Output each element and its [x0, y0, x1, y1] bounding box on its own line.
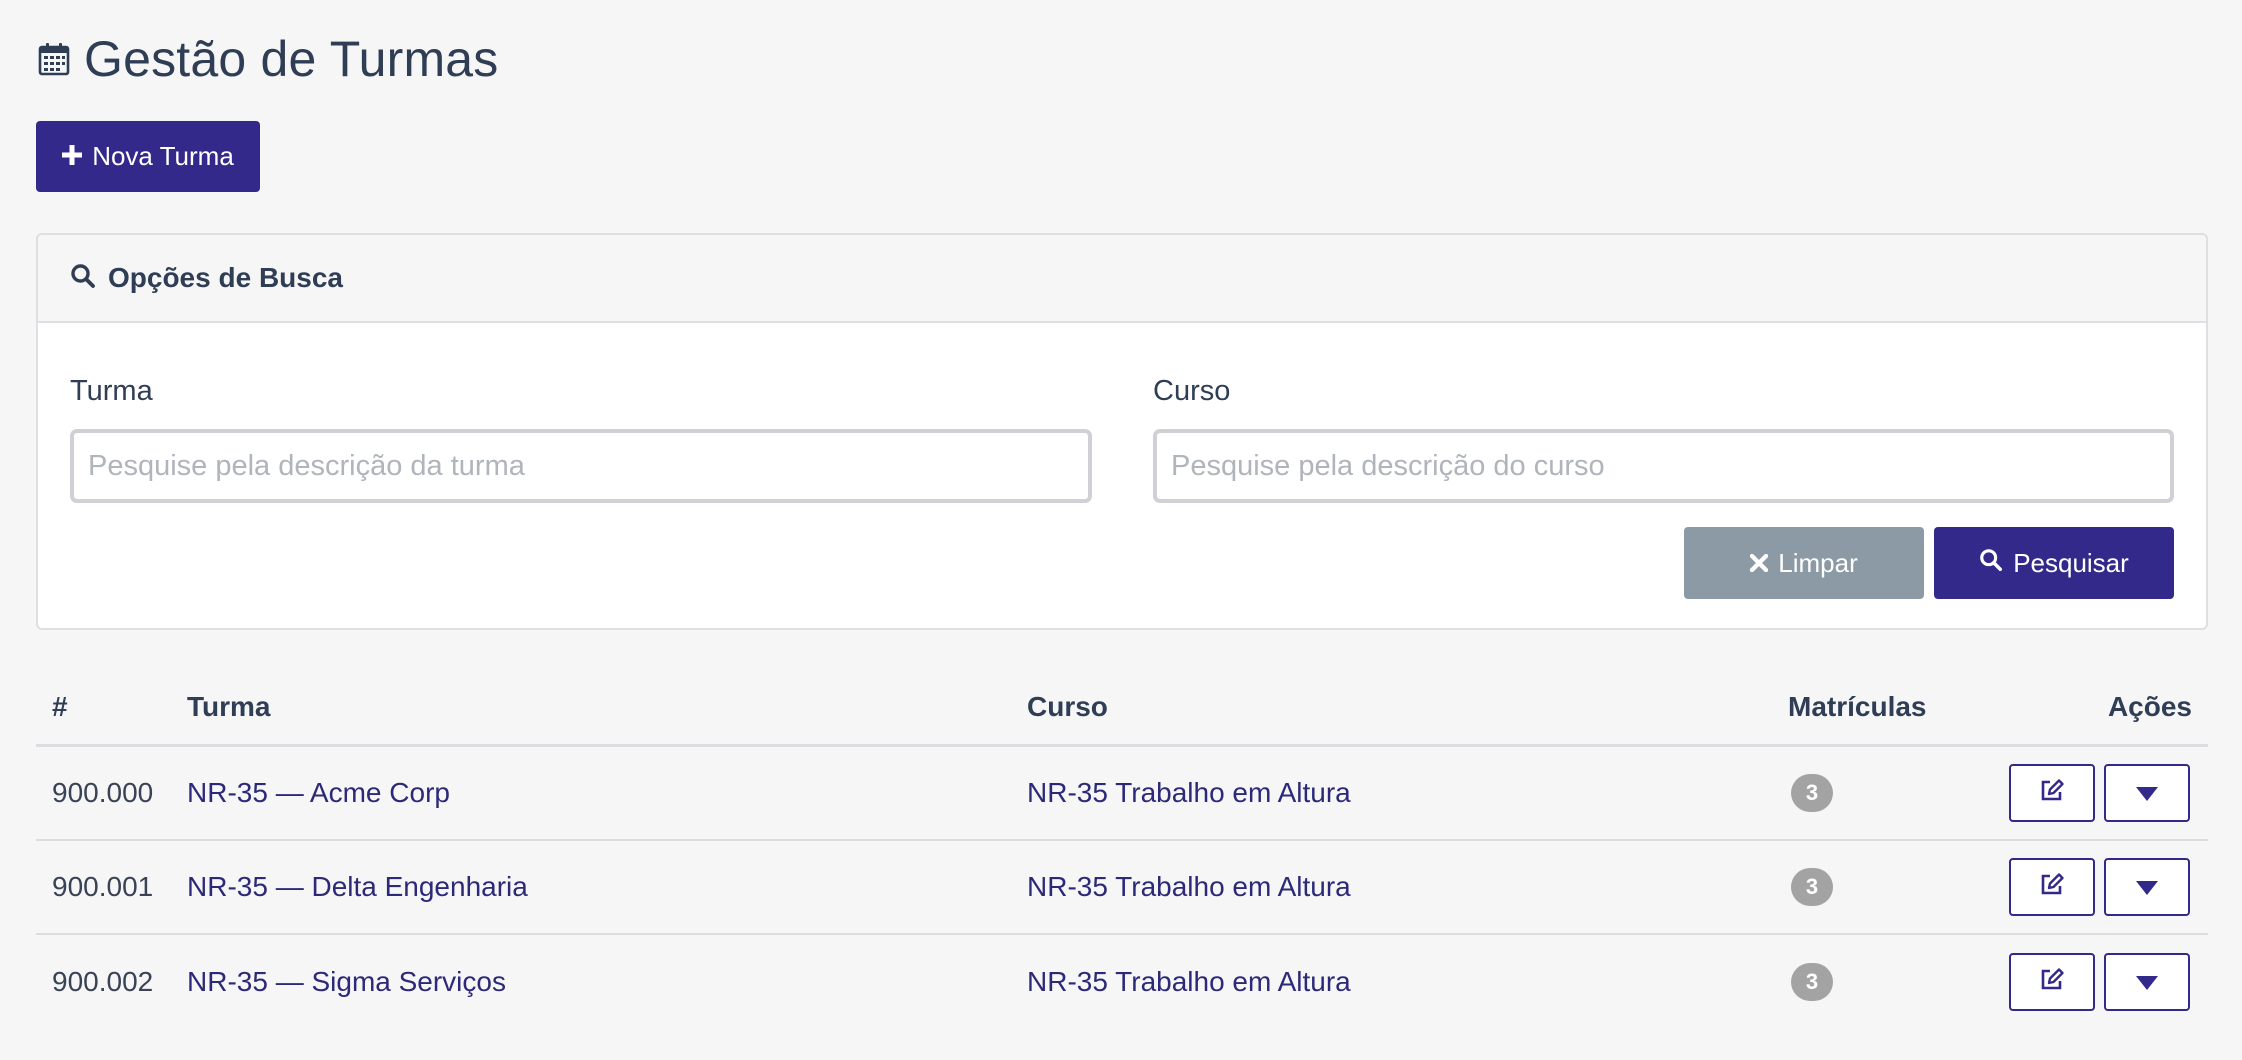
edit-button[interactable] [2009, 953, 2095, 1011]
caret-down-icon [2135, 777, 2159, 809]
edit-icon [2039, 777, 2065, 810]
page-header: Gestão de Turmas [38, 26, 499, 92]
search-card-header: Opções de Busca [38, 235, 2206, 323]
curso-link[interactable]: NR-35 Trabalho em Altura [1027, 871, 1351, 903]
search-icon [70, 263, 96, 294]
new-turma-label: Nova Turma [92, 141, 234, 171]
edit-icon [2039, 966, 2065, 999]
table-row: 900.000 NR-35 — Acme Corp NR-35 Trabalho… [36, 747, 2208, 841]
clear-button[interactable]: Limpar [1684, 527, 1924, 599]
actions-dropdown-button[interactable] [2104, 764, 2190, 822]
turma-search-input[interactable] [70, 429, 1092, 503]
page-title: Gestão de Turmas [84, 31, 499, 87]
matriculas-badge: 3 [1791, 963, 1833, 1001]
curso-search-input[interactable] [1153, 429, 2174, 503]
matriculas-badge: 3 [1791, 868, 1833, 906]
new-turma-button[interactable]: Nova Turma [36, 121, 260, 192]
column-header-acoes: Ações [2107, 691, 2192, 722]
edit-button[interactable] [2009, 764, 2095, 822]
search-icon [1979, 548, 2003, 579]
row-id: 900.000 [52, 777, 154, 808]
turma-link[interactable]: NR-35 — Acme Corp [187, 777, 450, 809]
caret-down-icon [2135, 871, 2159, 903]
column-header-id: # [52, 691, 68, 722]
row-id: 900.002 [52, 966, 154, 997]
curso-link[interactable]: NR-35 Trabalho em Altura [1027, 966, 1351, 998]
actions-dropdown-button[interactable] [2104, 858, 2190, 916]
search-options-card: Opções de Busca Turma Curso Limpar Pesqu… [36, 233, 2208, 630]
table-row: 900.001 NR-35 — Delta Engenharia NR-35 T… [36, 841, 2208, 935]
close-icon [1750, 548, 1769, 579]
table-row: 900.002 NR-35 — Sigma Serviços NR-35 Tra… [36, 935, 2208, 1029]
actions-dropdown-button[interactable] [2104, 953, 2190, 1011]
turmas-table: # Turma Curso Matrículas Ações 900.000 N… [36, 670, 2208, 1029]
search-button-label: Pesquisar [2013, 547, 2129, 578]
curso-label: Curso [1153, 375, 1231, 407]
column-header-curso: Curso [1027, 691, 1108, 722]
turma-link[interactable]: NR-35 — Sigma Serviços [187, 966, 506, 998]
plus-icon [62, 141, 83, 172]
search-button[interactable]: Pesquisar [1934, 527, 2174, 599]
search-card-title: Opções de Busca [108, 262, 343, 293]
curso-link[interactable]: NR-35 Trabalho em Altura [1027, 777, 1351, 809]
matriculas-badge: 3 [1791, 774, 1833, 812]
clear-button-label: Limpar [1778, 547, 1858, 578]
turma-label: Turma [70, 375, 153, 407]
turma-link[interactable]: NR-35 — Delta Engenharia [187, 871, 528, 903]
column-header-turma: Turma [187, 691, 271, 722]
caret-down-icon [2135, 966, 2159, 998]
page: Gestão de Turmas Nova Turma Opções de Bu… [0, 0, 2242, 1060]
calendar-icon [38, 42, 70, 76]
column-header-matriculas: Matrículas [1788, 691, 1927, 722]
edit-button[interactable] [2009, 858, 2095, 916]
row-id: 900.001 [52, 871, 154, 902]
table-header: # Turma Curso Matrículas Ações [36, 670, 2208, 747]
edit-icon [2039, 871, 2065, 904]
